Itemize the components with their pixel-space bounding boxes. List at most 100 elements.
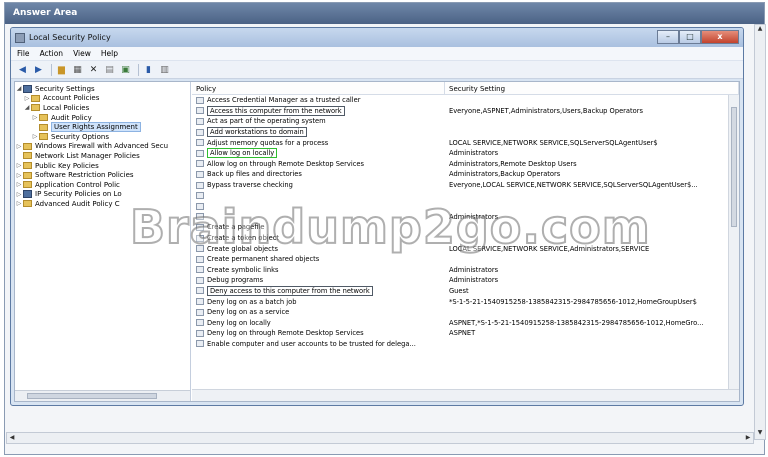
folder-icon (23, 171, 32, 179)
table-row[interactable]: Deny log on through Remote Desktop Servi… (192, 328, 739, 339)
policy-name: Create symbolic links (207, 265, 279, 274)
policy-icon (196, 181, 204, 189)
table-row[interactable]: Deny log on locally ASPNET,*S-1-5-21-1540… (192, 317, 739, 328)
tree-item-application-control[interactable]: ▷ Application Control Polic (15, 180, 190, 190)
policy-cell: Access this computer from the network (192, 105, 445, 116)
maximize-button[interactable]: □ (679, 30, 701, 44)
minimize-button[interactable]: – (657, 30, 679, 44)
title-bar[interactable]: Local Security Policy – □ x (11, 28, 743, 47)
policy-cell: Adjust memory quotas for a process (192, 139, 445, 147)
policy-name: Access Credential Manager as a trusted c… (207, 96, 361, 105)
column-header-policy[interactable]: Policy (192, 82, 445, 94)
column-header-security-setting[interactable]: Security Setting (445, 82, 739, 94)
security-setting-cell: Administrators,Remote Desktop Users (449, 159, 577, 168)
tree-horizontal-scrollbar[interactable] (15, 390, 190, 401)
table-row[interactable]: Deny access to this computer from the ne… (192, 285, 739, 297)
back-arrow-icon[interactable]: ◀ (16, 63, 29, 76)
policy-cell: Deny log on as a batch job (192, 298, 445, 306)
policy-name: Deny access to this computer from the ne… (207, 285, 373, 296)
table-row[interactable]: Deny log on as a service (192, 307, 739, 318)
menu-action[interactable]: Action (40, 49, 64, 58)
folder-icon (31, 94, 40, 102)
page-vertical-scrollbar[interactable]: ▲ ▼ (754, 24, 766, 440)
policy-cell (192, 192, 445, 200)
policy-cell: Act as part of the operating system (192, 117, 445, 125)
table-row[interactable]: Create permanent shared objects (192, 254, 739, 265)
folder-icon (23, 152, 32, 160)
policy-icon (196, 329, 204, 337)
help-icon[interactable]: ▮ (142, 63, 155, 76)
policy-icon (196, 192, 204, 200)
policy-icon (196, 298, 204, 306)
policy-name: Create permanent shared objects (207, 255, 320, 264)
menu-help[interactable]: Help (101, 49, 118, 58)
table-row[interactable]: Create symbolic links Administrators (192, 265, 739, 276)
show-hide-tree-icon[interactable]: ▦ (71, 63, 84, 76)
table-row[interactable]: Access this computer from the network Eve… (192, 105, 739, 117)
table-row[interactable]: Back up files and directories Administrat… (192, 169, 739, 180)
menu-file[interactable]: File (17, 49, 30, 58)
tree-item-audit-policy[interactable]: ▷ Audit Policy (15, 113, 190, 123)
security-setting-cell: Guest (449, 286, 469, 295)
policy-name: Debug programs (207, 276, 264, 285)
security-setting-cell: ASPNET (449, 329, 476, 338)
shield-icon (23, 190, 32, 199)
tree-item-security-options[interactable]: ▷ Security Options (15, 132, 190, 142)
policy-cell: Deny log on as a service (192, 308, 445, 316)
policy-cell: Add workstations to domain (192, 127, 445, 138)
policy-name: Deny log on as a service (207, 308, 290, 317)
forward-arrow-icon[interactable]: ▶ (32, 63, 45, 76)
folder-icon (39, 133, 48, 141)
table-row[interactable]: Allow log on through Remote Desktop Serv… (192, 159, 739, 170)
policy-cell: Allow log on through Remote Desktop Serv… (192, 160, 445, 168)
policy-icon (196, 319, 204, 327)
tree-item-ip-security[interactable]: ▷ IP Security Policies on Lo (15, 190, 190, 200)
list-header: Policy Security Setting (192, 82, 739, 95)
shield-icon (23, 84, 32, 93)
menu-view[interactable]: View (73, 49, 91, 58)
table-row[interactable]: Enable computer and user accounts to be … (192, 339, 739, 350)
folder-icon (23, 162, 32, 170)
tree-item-security-settings[interactable]: ◢ Security Settings (15, 84, 190, 94)
table-row[interactable]: Allow log on locally Administrators (192, 148, 739, 159)
table-row[interactable]: Access Credential Manager as a trusted c… (192, 95, 739, 106)
table-row[interactable]: Adjust memory quotas for a process LOCAL … (192, 137, 739, 148)
folder-icon (39, 114, 48, 122)
export-icon[interactable]: ▣ (119, 63, 132, 76)
tree-item-windows-firewall[interactable]: ▷ Windows Firewall with Advanced Secu (15, 142, 190, 152)
view-icon[interactable]: ▥ (158, 63, 171, 76)
table-row[interactable]: Bypass traverse checking Everyone,LOCAL S… (192, 180, 739, 191)
security-setting-cell: Administrators (449, 149, 499, 158)
scroll-right-icon[interactable]: ▶ (743, 433, 753, 443)
tree-item-user-rights-assignment[interactable]: User Rights Assignment (15, 122, 190, 133)
tree-item-public-key-policies[interactable]: ▷ Public Key Policies (15, 161, 190, 171)
app-icon (15, 32, 25, 43)
security-setting-cell: Administrators (449, 276, 499, 285)
close-button[interactable]: x (701, 30, 739, 44)
window-controls: – □ x (657, 30, 739, 44)
table-row[interactable]: Act as part of the operating system (192, 116, 739, 127)
list-horizontal-scrollbar[interactable] (192, 389, 739, 401)
up-folder-icon[interactable]: ▆ (55, 63, 68, 76)
policy-name: Back up files and directories (207, 170, 302, 179)
tree-item-local-policies[interactable]: ◢ Local Policies (15, 103, 190, 113)
table-row[interactable]: Debug programs Administrators (192, 275, 739, 286)
table-row[interactable]: Deny log on as a batch job *S-1-5-21-1540… (192, 296, 739, 307)
scroll-down-icon[interactable]: ▼ (755, 429, 765, 439)
scroll-up-icon[interactable]: ▲ (755, 25, 765, 35)
toolbar-separator-2 (138, 63, 139, 76)
scroll-left-icon[interactable]: ◀ (7, 433, 17, 443)
tree-item-network-list-manager[interactable]: Network List Manager Policies (15, 151, 190, 161)
table-row[interactable]: Add workstations to domain (192, 127, 739, 138)
policy-icon (196, 139, 204, 147)
page-horizontal-scrollbar[interactable]: ◀ ▶ (6, 432, 754, 444)
properties-icon[interactable]: ▤ (103, 63, 116, 76)
policy-icon (196, 149, 204, 157)
policy-name: Access this computer from the network (207, 105, 345, 116)
list-vertical-scrollbar[interactable] (728, 95, 739, 389)
policy-name: Deny log on through Remote Desktop Servi… (207, 329, 364, 338)
policy-cell: Bypass traverse checking (192, 181, 445, 189)
delete-icon[interactable]: ✕ (87, 63, 100, 76)
tree-item-account-policies[interactable]: ▷ Account Policies (15, 94, 190, 104)
tree-item-software-restriction[interactable]: ▷ Software Restriction Policies (15, 170, 190, 180)
